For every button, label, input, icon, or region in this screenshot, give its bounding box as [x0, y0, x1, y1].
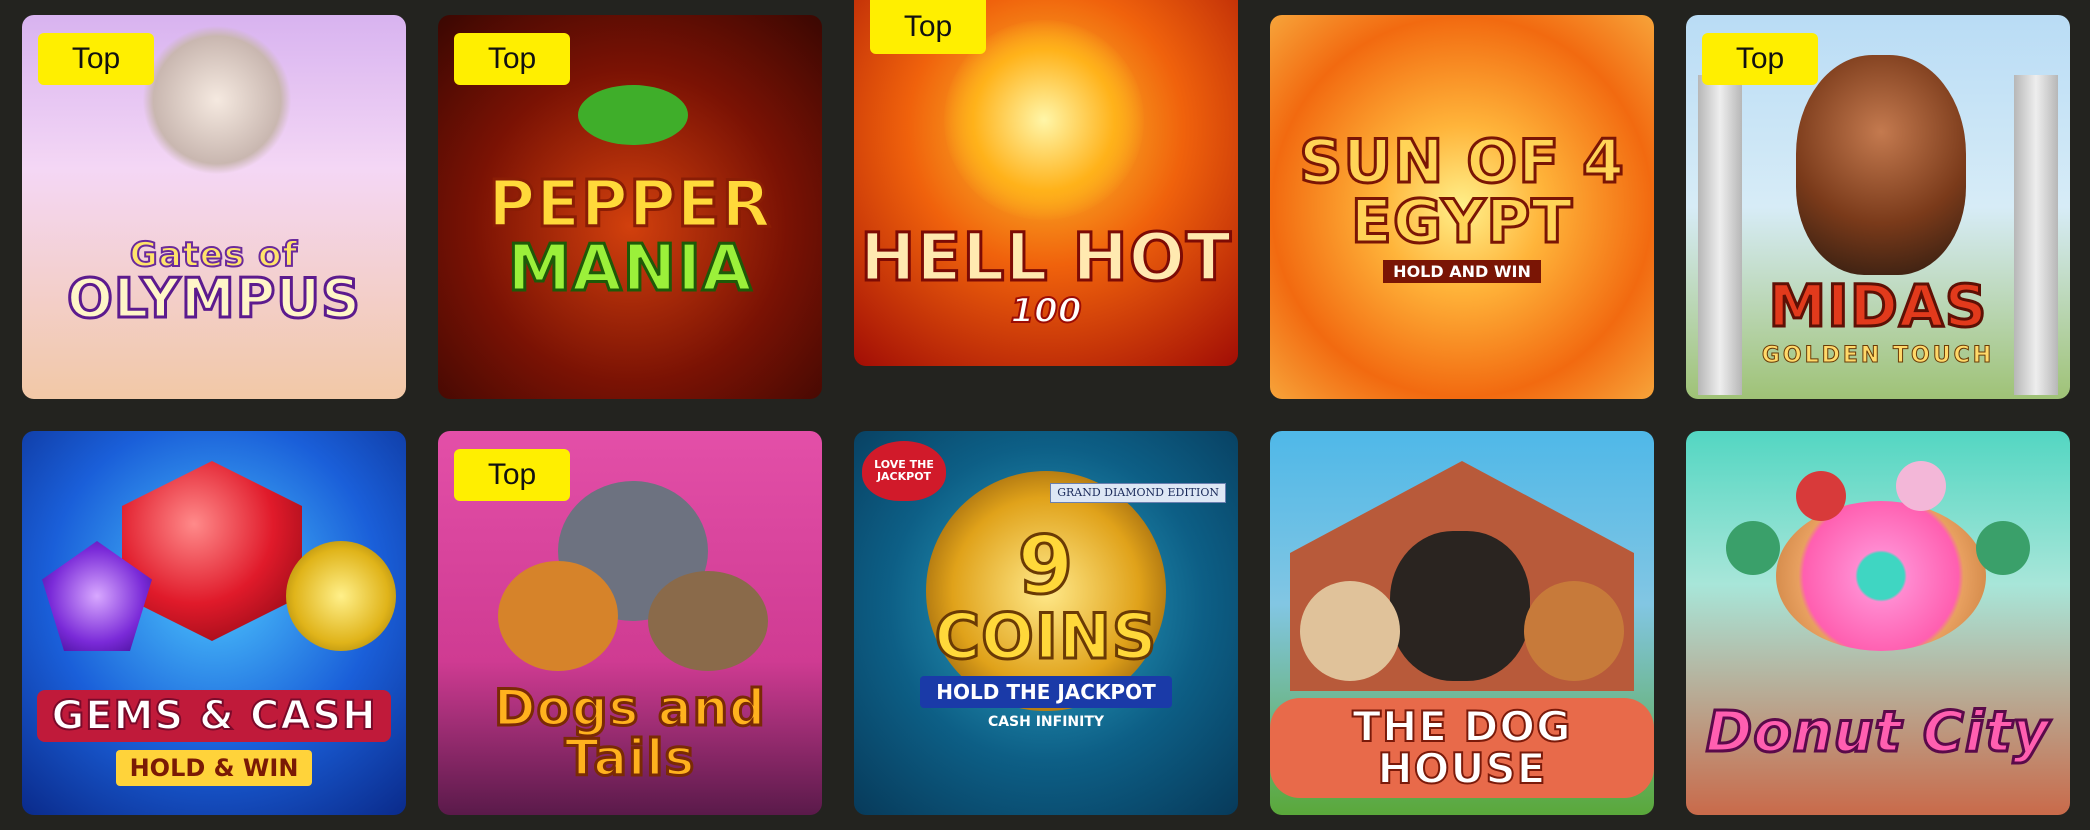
top-badge: Top — [454, 33, 570, 85]
game-tile-sun-of-egypt-4[interactable]: SUN OF 4 EGYPT HOLD AND WIN — [1270, 15, 1654, 399]
game-title: THE DOG HOUSE — [1270, 698, 1654, 798]
game-title-line2: OLYMPUS — [65, 267, 362, 330]
top-badge: Top — [38, 33, 154, 85]
top-badge: Top — [454, 449, 570, 501]
game-subtitle: HOLD & WIN — [115, 750, 313, 786]
game-title-line2: MANIA — [506, 232, 753, 306]
game-title: MIDAS — [1767, 271, 1988, 340]
game-subtitle: HOLD AND WIN — [1383, 259, 1541, 283]
game-title: Donut City — [1704, 700, 2051, 765]
grand-diamond-edition-badge: GRAND DIAMOND EDITION — [1050, 483, 1226, 504]
love-the-jackpot-badge: LOVE THE JACKPOT — [862, 441, 946, 501]
game-title: PEPPER — [487, 168, 772, 242]
game-tile-dogs-and-tails[interactable]: Top Dogs and Tails — [438, 431, 822, 815]
game-title-line2: EGYPT — [1349, 186, 1574, 257]
game-tile-9-coins[interactable]: LOVE THE JACKPOT GRAND DIAMOND EDITION 9… — [854, 431, 1238, 815]
game-title: GEMS & CASH — [37, 690, 391, 742]
game-title-line2: COINS — [933, 600, 1158, 673]
game-tile-pepper-mania[interactable]: Top PEPPER MANIA — [438, 15, 822, 399]
game-tile-midas-golden-touch[interactable]: Top MIDAS GOLDEN TOUCH — [1686, 15, 2070, 399]
game-subtitle: HOLD THE JACKPOT — [920, 676, 1172, 708]
game-tile-the-dog-house[interactable]: THE DOG HOUSE — [1270, 431, 1654, 815]
game-subtitle: GOLDEN TOUCH — [1761, 342, 1995, 368]
game-title: Dogs and Tails — [493, 679, 767, 787]
game-subtitle: 100 — [1010, 290, 1083, 332]
game-title: SUN OF 4 — [1298, 126, 1626, 197]
game-tile-donut-city[interactable]: Donut City — [1686, 431, 2070, 815]
game-tile-gems-and-cash[interactable]: GEMS & CASH HOLD & WIN — [22, 431, 406, 815]
game-subtitle-2: CASH INFINITY — [987, 714, 1105, 730]
top-badge: Top — [1702, 33, 1818, 85]
game-title: HELL HOT — [859, 219, 1233, 296]
top-badge: Top — [870, 0, 986, 54]
game-title: 9 — [1016, 519, 1075, 612]
game-tile-hell-hot-100[interactable]: Top HELL HOT 100 — [854, 0, 1238, 366]
game-tile-gates-of-olympus[interactable]: Top Gates of OLYMPUS — [22, 15, 406, 399]
